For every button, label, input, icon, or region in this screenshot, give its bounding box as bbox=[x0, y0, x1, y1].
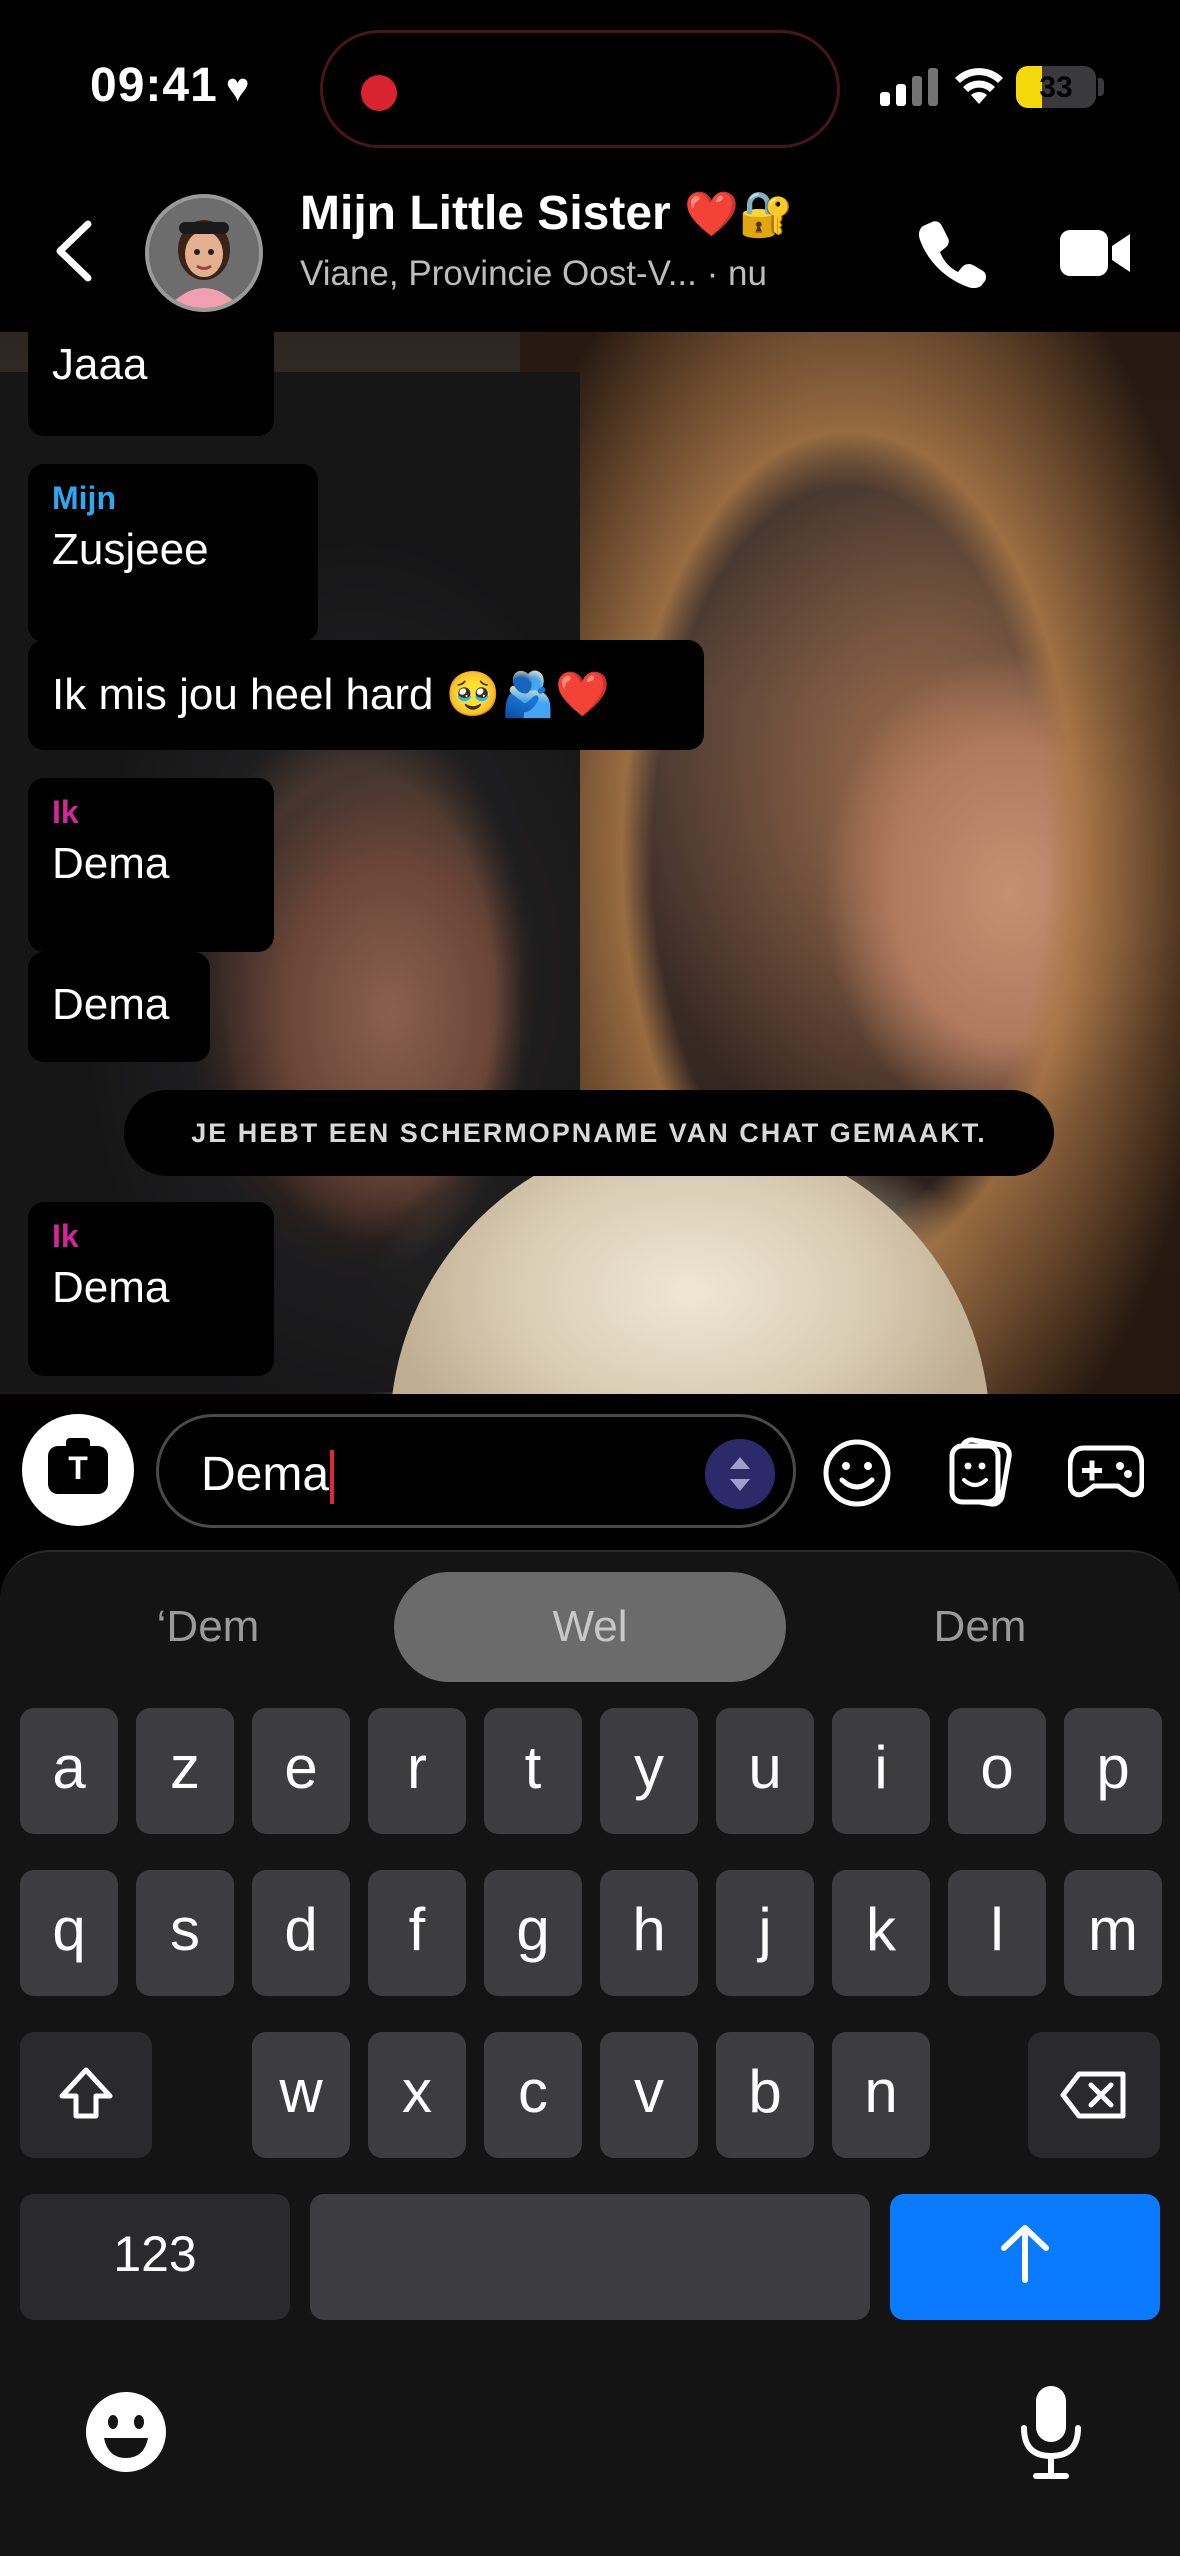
key-d[interactable]: d bbox=[252, 1870, 350, 1996]
message-text: Jaaa bbox=[52, 340, 148, 389]
battery-icon: 33 bbox=[1016, 66, 1096, 108]
chat-header: Mijn Little Sister ❤️🔐 Viane, Provincie … bbox=[0, 170, 1180, 332]
message-text: Dema bbox=[52, 1263, 170, 1312]
bitmoji-avatar-icon bbox=[149, 198, 259, 308]
shift-arrow-icon bbox=[59, 2067, 113, 2119]
phone-call-icon[interactable] bbox=[918, 218, 988, 288]
key-c[interactable]: c bbox=[484, 2032, 582, 2158]
last-active-text: · nu bbox=[706, 254, 767, 293]
key-w[interactable]: w bbox=[252, 2032, 350, 2158]
message-text: Zusjeee bbox=[52, 525, 209, 574]
message-bubble[interactable]: Ik Dema bbox=[28, 1202, 274, 1376]
sender-name: Mijn bbox=[52, 480, 116, 516]
message-bubble[interactable]: Ik mis jou heel hard 🥹🫂❤️ bbox=[28, 640, 704, 750]
suggestion-2[interactable]: Wel bbox=[394, 1572, 786, 1682]
key-p[interactable]: p bbox=[1064, 1708, 1162, 1834]
key-l[interactable]: l bbox=[948, 1870, 1046, 1996]
backspace-icon bbox=[1060, 2071, 1126, 2119]
game-controller-icon[interactable] bbox=[1068, 1442, 1144, 1502]
message-bubble[interactable]: Mijn Zusjeee bbox=[28, 464, 318, 642]
key-b[interactable]: b bbox=[716, 2032, 814, 2158]
key-o[interactable]: o bbox=[948, 1708, 1046, 1834]
camera-icon: T bbox=[48, 1438, 108, 1494]
expand-toggle-icon[interactable] bbox=[705, 1439, 775, 1509]
key-z[interactable]: z bbox=[136, 1708, 234, 1834]
key-y[interactable]: y bbox=[600, 1708, 698, 1834]
back-chevron-icon[interactable] bbox=[50, 218, 100, 284]
suggestion-1[interactable]: ‘Dem bbox=[60, 1572, 356, 1682]
message-input-value-wrap: Dema bbox=[201, 1447, 335, 1505]
key-x[interactable]: x bbox=[368, 2032, 466, 2158]
key-e[interactable]: e bbox=[252, 1708, 350, 1834]
space-key[interactable] bbox=[310, 2194, 870, 2320]
numbers-key[interactable]: 123 bbox=[20, 2194, 290, 2320]
message-bubble[interactable]: Jaaa bbox=[28, 332, 274, 436]
battery-percent: 33 bbox=[1039, 71, 1073, 104]
message-input-value: Dema bbox=[201, 1448, 330, 1501]
smiley-face-icon[interactable] bbox=[822, 1438, 892, 1508]
text-caret bbox=[330, 1450, 335, 1505]
key-j[interactable]: j bbox=[716, 1870, 814, 1996]
cellular-signal-icon bbox=[880, 68, 938, 106]
key-q[interactable]: q bbox=[20, 1870, 118, 1996]
message-input[interactable]: Dema bbox=[156, 1414, 796, 1528]
composer-bar: T Dema bbox=[0, 1394, 1180, 1546]
shift-key[interactable] bbox=[20, 2032, 152, 2158]
chat-area[interactable]: Jaaa Mijn Zusjeee Ik mis jou heel hard 🥹… bbox=[0, 332, 1180, 1394]
sender-name: Ik bbox=[52, 794, 79, 830]
dynamic-island[interactable] bbox=[320, 30, 840, 148]
sticker-icon[interactable] bbox=[946, 1436, 1018, 1508]
sender-name: Ik bbox=[52, 1218, 79, 1254]
key-u[interactable]: u bbox=[716, 1708, 814, 1834]
microphone-icon[interactable] bbox=[1016, 2384, 1086, 2480]
key-a[interactable]: a bbox=[20, 1708, 118, 1834]
heart-icon: ♥ bbox=[225, 66, 251, 110]
key-r[interactable]: r bbox=[368, 1708, 466, 1834]
location-text: Viane, Provincie Oost-V... bbox=[300, 254, 697, 293]
key-m[interactable]: m bbox=[1064, 1870, 1162, 1996]
status-time: 09:41 ♥ bbox=[90, 58, 251, 113]
recording-indicator-icon bbox=[361, 75, 397, 111]
message-text: Ik mis jou heel hard 🥹🫂❤️ bbox=[52, 670, 611, 719]
emoji-keyboard-icon[interactable] bbox=[84, 2390, 168, 2474]
key-n[interactable]: n bbox=[832, 2032, 930, 2158]
avatar[interactable] bbox=[145, 194, 263, 312]
status-bar: 09:41 ♥ 33 bbox=[0, 0, 1180, 170]
up-arrow-icon bbox=[1001, 2225, 1049, 2283]
camera-glyph: T bbox=[68, 1450, 88, 1486]
key-g[interactable]: g bbox=[484, 1870, 582, 1996]
key-t[interactable]: t bbox=[484, 1708, 582, 1834]
chat-title-emoji: ❤️🔐 bbox=[684, 190, 794, 239]
chat-title-text: Mijn Little Sister bbox=[300, 187, 671, 240]
chat-title[interactable]: Mijn Little Sister ❤️🔐 bbox=[300, 186, 794, 241]
wifi-icon bbox=[955, 68, 1003, 104]
camera-button[interactable]: T bbox=[22, 1414, 134, 1526]
key-i[interactable]: i bbox=[832, 1708, 930, 1834]
video-call-icon[interactable] bbox=[1060, 224, 1132, 282]
key-f[interactable]: f bbox=[368, 1870, 466, 1996]
suggestion-3[interactable]: Dem bbox=[830, 1572, 1130, 1682]
message-text: Dema bbox=[52, 980, 170, 1029]
send-key[interactable] bbox=[890, 2194, 1160, 2320]
message-text: Dema bbox=[52, 839, 170, 888]
chat-subtitle: Viane, Provincie Oost-V... · nu bbox=[300, 254, 767, 294]
status-time-text: 09:41 bbox=[90, 59, 218, 112]
key-s[interactable]: s bbox=[136, 1870, 234, 1996]
message-bubble[interactable]: Dema bbox=[28, 952, 210, 1062]
key-k[interactable]: k bbox=[832, 1870, 930, 1996]
key-h[interactable]: h bbox=[600, 1870, 698, 1996]
message-bubble[interactable]: Ik Dema bbox=[28, 778, 274, 952]
delete-key[interactable] bbox=[1028, 2032, 1160, 2158]
battery-tip bbox=[1098, 78, 1104, 96]
keyboard: ‘Dem Wel Dem azertyuiop qsdfghjklm wxcvb… bbox=[0, 1550, 1180, 2556]
screenshot-notice: JE HEBT EEN SCHERMOPNAME VAN CHAT GEMAAK… bbox=[124, 1090, 1054, 1176]
key-v[interactable]: v bbox=[600, 2032, 698, 2158]
